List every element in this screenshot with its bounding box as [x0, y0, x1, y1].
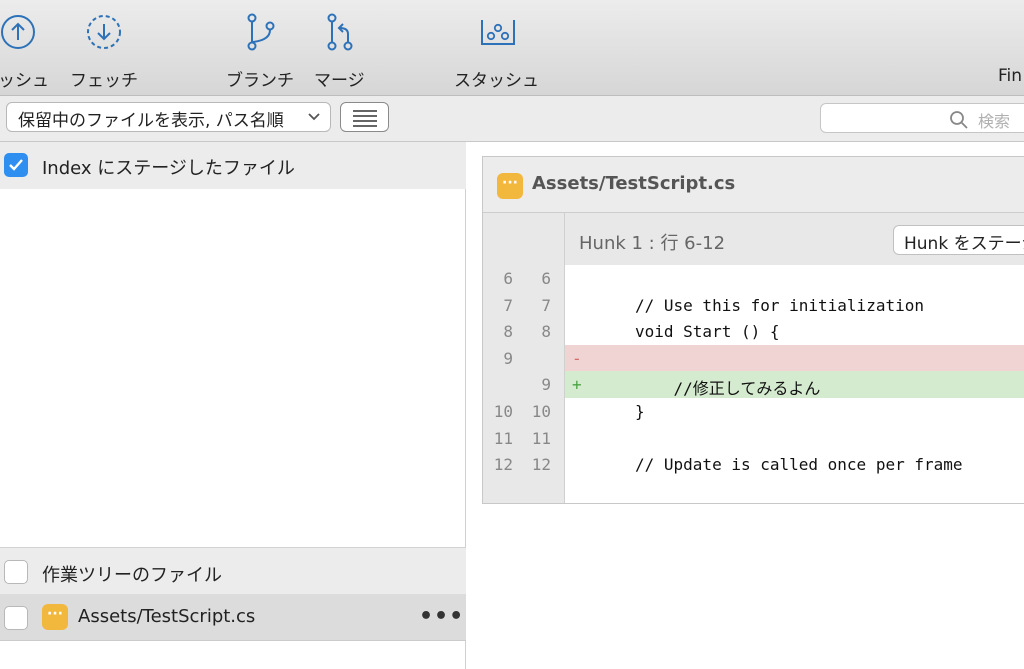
branch-icon: [247, 13, 275, 51]
code-content: + //修正してみるよん: [565, 371, 1024, 398]
diff-marker: +: [572, 375, 582, 394]
toolbar: ッシュ フェッチ ブランチ マージ スタッシュ Fin: [0, 0, 1024, 96]
code-line: 10 10}: [483, 398, 1024, 425]
old-line-number: 9: [503, 349, 513, 368]
code-content: // Use this for initialization: [565, 292, 1024, 319]
list-icon: [353, 110, 377, 127]
code-content: void Start () {: [565, 318, 1024, 345]
toolbar-fetch-label: フェッチ: [70, 71, 138, 91]
code-content: // Update is called once per frame: [565, 451, 1024, 478]
diff-marker: -: [572, 349, 582, 368]
search-placeholder: 検索: [978, 112, 1011, 131]
code-text: //修正してみるよん: [635, 379, 821, 398]
stash-icon: [481, 20, 515, 45]
search-input[interactable]: 検索: [820, 103, 1024, 133]
code-line: 8 8 void Start () {: [483, 318, 1024, 345]
working-tree-section-label: 作業ツリーのファイル: [42, 565, 222, 586]
toolbar-stash-label: スタッシュ: [454, 71, 539, 91]
code-line: 7 7 // Use this for initialization: [483, 292, 1024, 319]
toolbar-push-label: ッシュ: [0, 71, 49, 91]
list-view-button[interactable]: [340, 102, 389, 132]
merge-icon: [327, 13, 353, 51]
new-line-number: 12: [531, 455, 551, 474]
file-filter-value: 保留中のファイルを表示, パス名順: [18, 111, 284, 131]
staged-checkbox[interactable]: [4, 153, 28, 177]
diff-view: ··· Assets/TestScript.cs Hunk 1 : 行 6-12…: [482, 156, 1024, 504]
diff-file-title: Assets/TestScript.cs: [532, 173, 736, 194]
old-line-number: 6: [503, 269, 513, 288]
code-line: 9-: [483, 345, 1024, 372]
chevron-down-icon: [308, 113, 320, 121]
code-line: 9 + //修正してみるよん: [483, 371, 1024, 398]
search-icon: [950, 111, 968, 129]
file-modified-icon: ···: [497, 173, 523, 199]
staged-section-header: Index にステージしたファイル: [0, 142, 466, 189]
diff-header: ··· Assets/TestScript.cs: [483, 157, 1024, 213]
fetch-icon: [87, 15, 121, 49]
code-text: // Use this for initialization: [635, 296, 924, 315]
old-line-number: 10: [493, 402, 513, 421]
toolbar-merge-label: マージ: [314, 71, 365, 91]
new-line-number: 9: [541, 375, 551, 394]
code-content: [565, 425, 1024, 452]
file-modified-icon: ···: [42, 604, 68, 630]
new-line-number: 10: [531, 402, 551, 421]
more-options-icon[interactable]: •••: [419, 604, 464, 629]
toolbar-finder-label: Fin: [998, 66, 1023, 86]
hunk-label: Hunk 1 : 行 6-12: [579, 233, 726, 254]
code-line: 66: [483, 265, 1024, 292]
staged-section-label: Index にステージしたファイル: [42, 158, 295, 179]
list-item[interactable]: ··· Assets/TestScript.cs •••: [0, 594, 466, 641]
file-name: Assets/TestScript.cs: [78, 606, 256, 627]
code-content: -: [565, 345, 1024, 372]
stage-hunk-button[interactable]: Hunk をステージ: [893, 225, 1024, 255]
new-line-number: 7: [541, 296, 551, 315]
code-line: 11 11: [483, 425, 1024, 452]
file-list-panel: Index にステージしたファイル 作業ツリーのファイル ··· Assets/…: [0, 142, 466, 669]
file-checkbox[interactable]: [4, 606, 28, 630]
new-line-number: 8: [541, 322, 551, 341]
code-content: [565, 265, 1024, 292]
toolbar-branch-label: ブランチ: [226, 71, 294, 91]
file-filter-select[interactable]: 保留中のファイルを表示, パス名順: [6, 102, 331, 132]
checkmark-icon: [9, 159, 23, 171]
code-content: }: [565, 398, 1024, 425]
old-line-number: 8: [503, 322, 513, 341]
push-icon: [1, 15, 35, 49]
old-line-number: 7: [503, 296, 513, 315]
old-line-number: 11: [493, 429, 513, 448]
hunk-header: Hunk 1 : 行 6-12 Hunk をステージ: [565, 213, 1024, 265]
code-text: void Start () {: [635, 322, 780, 341]
working-tree-section-header: 作業ツリーのファイル: [0, 547, 466, 594]
old-line-number: 12: [493, 455, 513, 474]
new-line-number: 6: [541, 269, 551, 288]
code-text: }: [635, 402, 645, 421]
new-line-number: 11: [531, 429, 551, 448]
code-line: 12 12 // Update is called once per frame: [483, 451, 1024, 478]
code-text: // Update is called once per frame: [635, 455, 963, 474]
working-tree-checkbox[interactable]: [4, 560, 28, 584]
